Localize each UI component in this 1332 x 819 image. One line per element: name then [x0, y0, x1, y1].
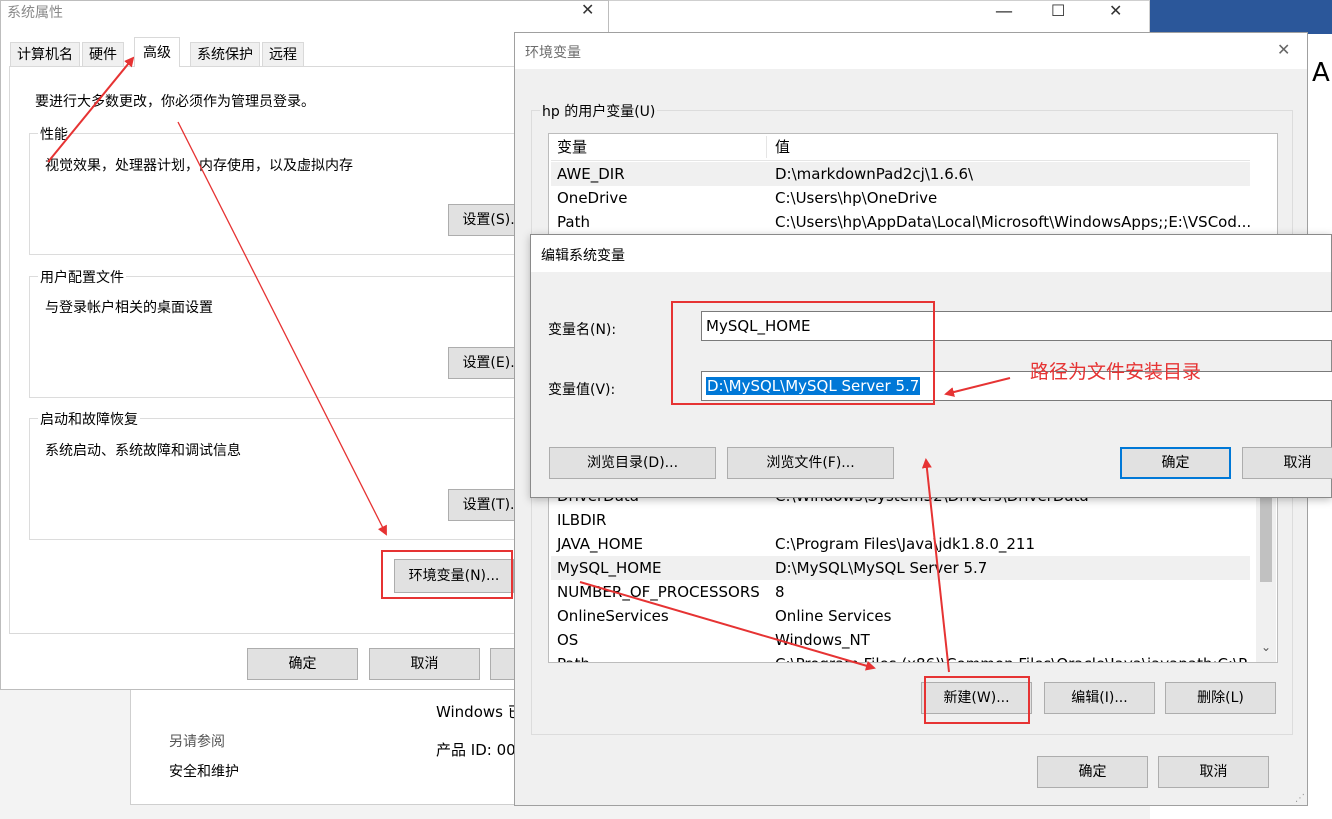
list-item[interactable]: Path C:\Users\hp\AppData\Local\Microsoft…	[551, 210, 1252, 234]
tab-hardware[interactable]: 硬件	[82, 42, 124, 66]
window-title: 环境变量	[525, 45, 581, 61]
annotation-note: 路径为文件安装目录	[1030, 361, 1202, 383]
tab-computer-name[interactable]: 计算机名	[10, 42, 80, 66]
startup-recovery-title: 启动和故障恢复	[38, 409, 140, 429]
column-divider[interactable]	[766, 136, 767, 158]
browse-directory-button[interactable]: 浏览目录(D)...	[549, 447, 716, 479]
close-icon[interactable]: ✕	[581, 0, 594, 19]
var-value: C:\Users\hp\AppData\Local\Microsoft\Wind…	[775, 213, 1252, 231]
list-item[interactable]: AWE_DIR D:\markdownPad2cj\1.6.6\	[551, 162, 1250, 186]
cancel-button[interactable]: 取消	[369, 648, 480, 680]
browse-file-button[interactable]: 浏览文件(F)...	[727, 447, 894, 479]
product-id-text: 产品 ID: 003	[436, 741, 526, 759]
maximize-icon[interactable]: ☐	[1051, 1, 1065, 20]
resize-grip-icon[interactable]: ⋰	[1295, 793, 1305, 804]
startup-recovery-desc: 系统启动、系统故障和调试信息	[45, 443, 241, 459]
var-name: OneDrive	[557, 189, 628, 207]
security-maintenance-link[interactable]: 安全和维护	[169, 761, 239, 781]
performance-title: 性能	[38, 124, 70, 144]
cancel-button[interactable]: 取消	[1158, 756, 1269, 788]
environment-variables-button[interactable]: 环境变量(N)...	[394, 559, 514, 593]
variable-value-input[interactable]: D:\MySQL\MySQL Server 5.7	[701, 371, 1332, 401]
var-name: Path	[557, 213, 590, 231]
var-value: C:\Users\hp\OneDrive	[775, 189, 938, 207]
background-blue-bar	[1150, 0, 1332, 34]
variable-value-label: 变量值(V):	[548, 382, 616, 398]
variable-value-selected-text: D:\MySQL\MySQL Server 5.7	[706, 377, 921, 395]
user-profile-title: 用户配置文件	[38, 267, 126, 287]
user-variables-title: hp 的用户变量(U)	[540, 101, 658, 121]
accent-letter: A	[1312, 58, 1330, 88]
dialog-title: 编辑系统变量	[541, 248, 625, 264]
close-icon[interactable]: ✕	[1109, 1, 1122, 20]
ok-button[interactable]: 确定	[1037, 756, 1148, 788]
edit-system-variable-dialog: 编辑系统变量 变量名(N): MySQL_HOME 变量值(V): D:\MyS…	[530, 234, 1332, 498]
windows-activation-text: Windows 已	[436, 703, 523, 721]
window-title: 系统属性	[7, 5, 63, 21]
var-value: D:\markdownPad2cj\1.6.6\	[775, 165, 974, 183]
list-item[interactable]: OneDrive C:\Users\hp\OneDrive	[551, 186, 1250, 210]
user-variables-list[interactable]: 变量 值 AWE_DIR D:\markdownPad2cj\1.6.6\ On…	[548, 133, 1278, 243]
see-also-label: 另请参阅	[169, 734, 225, 750]
close-icon[interactable]: ✕	[1277, 40, 1290, 59]
minimize-icon[interactable]: —	[995, 1, 1013, 22]
cancel-button[interactable]: 取消	[1242, 447, 1332, 479]
tab-remote[interactable]: 远程	[262, 42, 304, 66]
variable-name-input[interactable]: MySQL_HOME	[701, 311, 1332, 341]
title-bar	[531, 235, 1331, 272]
variable-name-label: 变量名(N):	[548, 322, 617, 338]
column-value-header[interactable]: 值	[775, 134, 790, 160]
user-profile-desc: 与登录帐户相关的桌面设置	[45, 300, 213, 316]
tab-system-protection[interactable]: 系统保护	[190, 42, 260, 66]
performance-desc: 视觉效果，处理器计划，内存使用，以及虚拟内存	[45, 158, 353, 174]
ok-button[interactable]: 确定	[247, 648, 358, 680]
tab-advanced[interactable]: 高级	[134, 37, 180, 67]
column-name-header[interactable]: 变量	[557, 134, 587, 160]
ok-button[interactable]: 确定	[1120, 447, 1231, 479]
title-bar	[515, 33, 1307, 69]
var-name: AWE_DIR	[557, 165, 625, 183]
admin-note: 要进行大多数更改，你必须作为管理员登录。	[35, 94, 315, 110]
list-header: 变量 值	[551, 134, 1250, 161]
